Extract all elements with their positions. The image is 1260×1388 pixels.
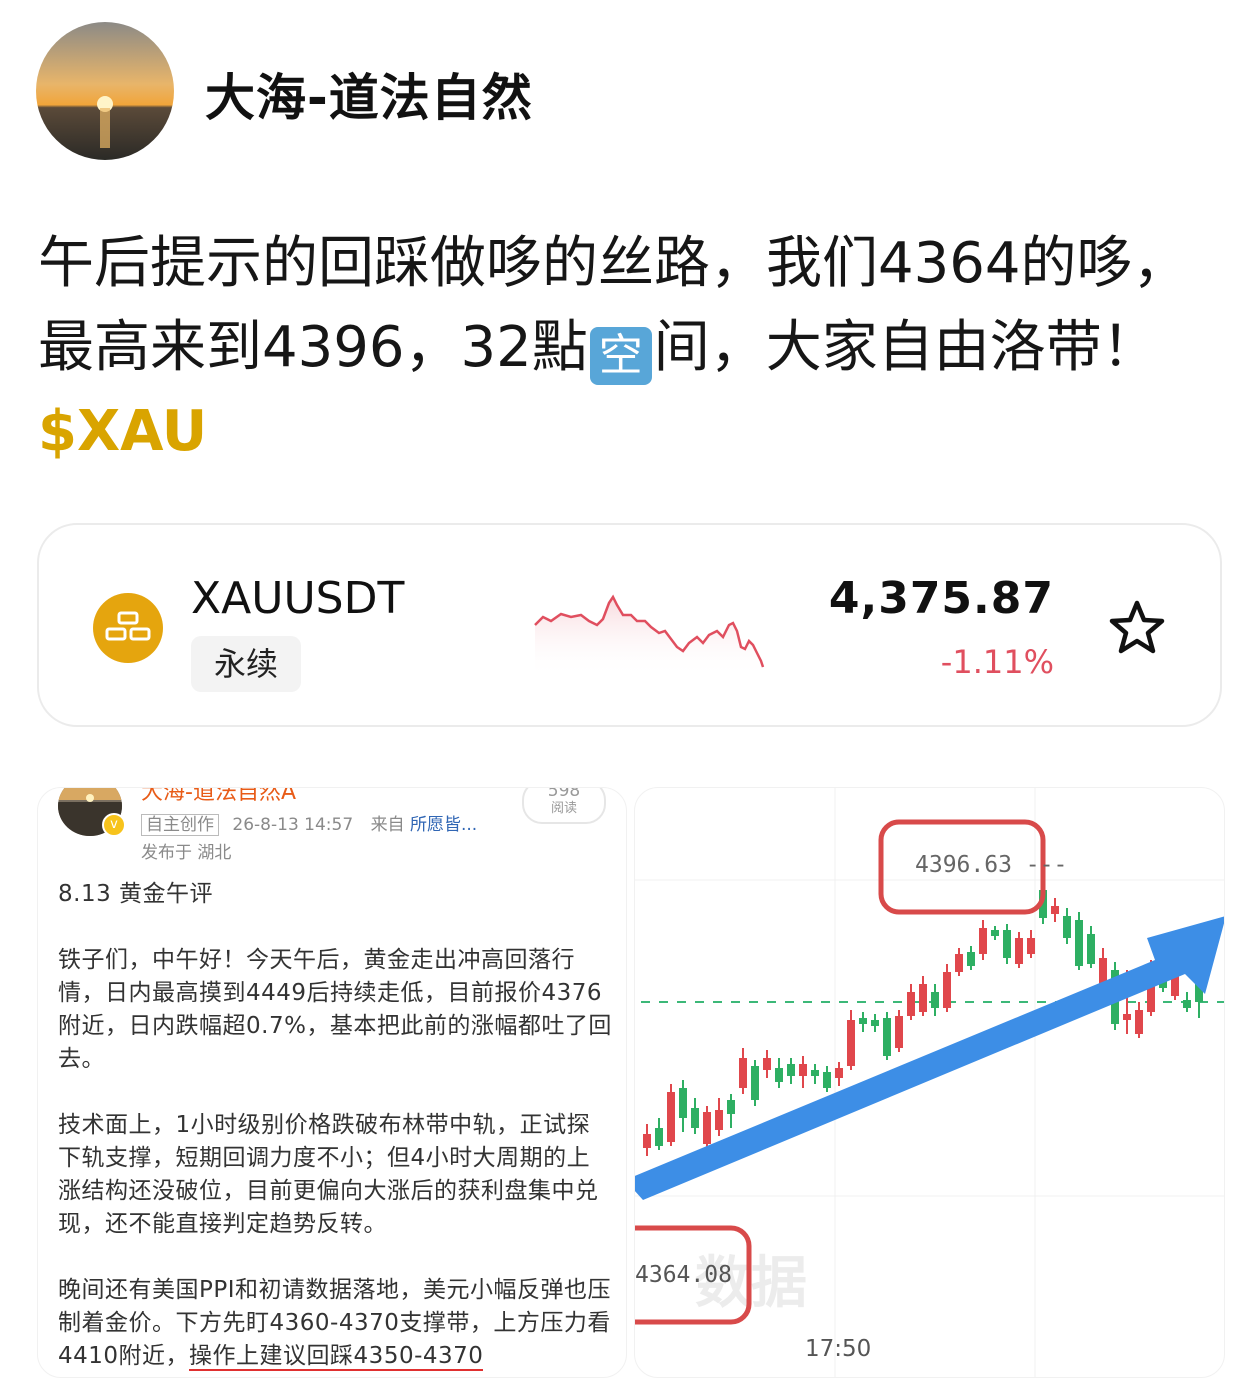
candle-body [691, 1108, 699, 1128]
ticker-card[interactable]: XAUUSDT 永续 4,375.87 -1.11% [37, 523, 1222, 727]
article-datetime: 26-8-13 14:57 [232, 815, 354, 835]
ticker-price: 4,375.87 [828, 573, 1054, 624]
chart-high-value: 4396.63 [915, 852, 1012, 878]
candle-body [1123, 1014, 1131, 1020]
article-location: 发布于 湖北 [141, 843, 232, 863]
candle-body [991, 930, 999, 936]
candle-body [955, 954, 963, 972]
attached-image-chart[interactable]: 数据 4396.63 --- 4364.08 17:50 [634, 787, 1225, 1378]
candle-body [799, 1064, 807, 1076]
candle-body [1063, 916, 1071, 938]
candle-body [871, 1020, 879, 1026]
candle-body [847, 1020, 855, 1066]
author-name[interactable]: 大海-道法自然 [205, 58, 533, 130]
original-badge: 自主创作 [141, 814, 219, 836]
ticker-change: -1.11% [940, 643, 1054, 681]
candle-body [967, 952, 975, 966]
candle-body [751, 1066, 759, 1100]
gold-bars-icon [93, 593, 163, 663]
article-para-3b: 操作上建议回踩4350-4370 [189, 1343, 484, 1371]
candle-body [739, 1058, 747, 1088]
candle-body [979, 928, 987, 954]
from-label: 来自 [370, 815, 405, 835]
candle-body [715, 1110, 723, 1130]
chart-time-label: 17:50 [805, 1336, 872, 1362]
candle-body [655, 1128, 663, 1146]
read-count-label: 阅读 [550, 801, 577, 816]
article-para-3: 晚间还有美国PPI和初请数据落地，美元小幅反弹也压制着金价。下方先盯4360-4… [58, 1274, 613, 1373]
candle-body [1087, 934, 1095, 964]
ticker-symbol: XAUUSDT [191, 573, 405, 624]
read-count-badge: 598 阅读 [522, 787, 606, 824]
article-author-name: 大海-道法自然A [141, 787, 296, 805]
candle-body [931, 992, 939, 1008]
contract-type-badge: 永续 [191, 636, 301, 692]
candle-body [1015, 938, 1023, 964]
candle-body [1027, 938, 1035, 954]
candle-body [907, 992, 915, 1016]
cashtag-link[interactable]: $XAU [38, 399, 207, 464]
candle-body [667, 1092, 675, 1142]
candle-body [883, 1018, 891, 1056]
candle-body [823, 1072, 831, 1088]
candle-body [835, 1068, 843, 1078]
read-count: 598 [547, 787, 581, 801]
candle-body [775, 1068, 783, 1082]
chart-low-label: 4364.08 [635, 1262, 732, 1288]
candle-body [727, 1100, 735, 1114]
candle-body [679, 1088, 687, 1118]
article-para-2: 技术面上，1小时级别价格跌破布林带中轨，正试探下轨支撑，短期回调力度不小；但4小… [58, 1112, 599, 1237]
candle-body [703, 1112, 711, 1144]
article-body: 8.13 黄金午评 铁子们，中午好！今天午后，黄金走出冲高回落行情，日内最高摸到… [58, 878, 613, 1377]
candle-body [1075, 920, 1083, 966]
verified-badge-icon: v [102, 813, 126, 837]
post-text: 午后提示的回踩做哆的丝路，我们4364的哆，最高来到4396，32點空间，大家自… [38, 222, 1228, 474]
candle-body [643, 1134, 651, 1148]
article-meta: 自主创作 26-8-13 14:57 来自 所愿皆... [141, 810, 478, 836]
price-sparkline [534, 594, 765, 677]
chart-high-label: 4396.63 --- [915, 852, 1068, 878]
candle-body [1183, 1000, 1191, 1008]
candle-body [787, 1064, 795, 1076]
emoji-kong: 空 [589, 327, 652, 385]
article-title: 8.13 黄金午评 [58, 881, 214, 907]
candle-body [811, 1070, 819, 1076]
candle-body [859, 1018, 867, 1024]
candle-body [1135, 1010, 1143, 1034]
attached-image-article[interactable]: v 大海-道法自然A 598 阅读 自主创作 26-8-13 14:57 来自 … [37, 787, 627, 1378]
candle-body [763, 1058, 771, 1070]
author-avatar[interactable] [36, 22, 174, 160]
post-body-2: 间，大家自由洛带！ [653, 315, 1158, 380]
star-icon[interactable] [1107, 599, 1167, 661]
candle-body [943, 972, 951, 1008]
article-source: 所愿皆... [409, 815, 478, 835]
candle-body [1051, 906, 1059, 914]
article-para-1: 铁子们，中午好！今天午后，黄金走出冲高回落行情，日内最高摸到4449后持续走低，… [58, 947, 612, 1072]
candle-body [919, 984, 927, 1012]
candle-body [1003, 930, 1011, 958]
candle-body [895, 1016, 903, 1048]
